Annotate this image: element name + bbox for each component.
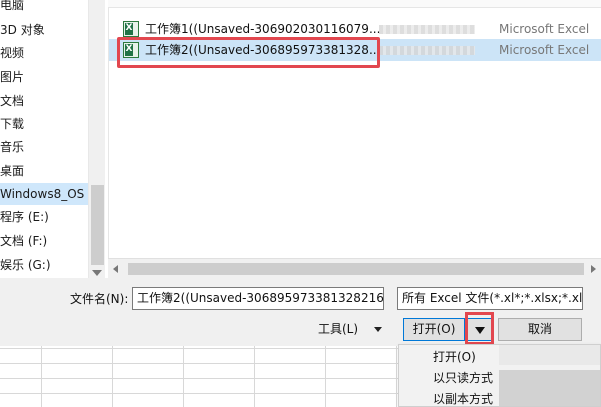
nav-scrollbar[interactable] [88,0,105,278]
menu-blur-overlay [499,370,600,406]
nav-item-documents[interactable]: 文档 [0,90,24,112]
nav-item-music[interactable]: 音乐 [0,136,24,158]
file-name: 工作簿1((Unsaved-306902030116079... [145,22,381,36]
tools-button[interactable]: 工具(L) [318,318,358,340]
open-dropdown-button[interactable] [467,318,492,341]
spreadsheet-grid-background [0,346,398,407]
filename-label: 文件名(N): [70,292,129,306]
nav-item-drive-g[interactable]: 娱乐 (G:) [0,254,51,276]
nav-scroll-thumb[interactable] [91,185,104,265]
menu-blur-overlay [499,345,600,365]
file-type: Microsoft Excel [499,22,590,36]
filename-input[interactable]: 工作簿2((Unsaved-306895973381328216) [132,287,384,310]
file-row[interactable]: 工作簿1((Unsaved-306902030116079... Microso… [109,18,601,40]
hscroll-thumb[interactable] [128,263,584,275]
excel-file-icon [123,21,139,37]
open-options-menu: 打开(O) 以只读方式 以副本方式 [398,344,601,407]
scroll-down-arrow-icon[interactable] [92,270,102,276]
menu-item-open[interactable]: 打开(O) [433,347,476,367]
open-button[interactable]: 打开(O) [403,318,465,341]
file-type-filter-select[interactable]: 所有 Excel 文件(*.xl*;*.xlsx;*.xl [397,287,583,310]
scroll-left-arrow-icon[interactable] [113,265,118,273]
menu-item-open-as-copy[interactable]: 以副本方式 [433,389,493,406]
nav-item-computer[interactable]: 电脑 [0,0,24,16]
excel-file-icon [123,42,139,58]
scroll-right-arrow-icon[interactable] [591,265,596,273]
nav-item-3d-objects[interactable]: 3D 对象 [0,19,45,41]
menu-item-open-read-only[interactable]: 以只读方式 [433,368,493,388]
caret-down-icon [475,327,485,334]
nav-item-drive-e[interactable]: 程序 (E:) [0,206,49,228]
nav-item-windows8-os[interactable]: Windows8_OS ( [0,183,93,205]
file-list-header [108,0,601,8]
file-date-blurred [379,46,475,55]
file-date-blurred [379,25,475,34]
file-name: 工作簿2((Unsaved-306895973381328... [145,43,381,57]
nav-item-videos[interactable]: 视频 [0,42,24,64]
nav-item-drive-f[interactable]: 文档 (F:) [0,230,47,252]
nav-item-pictures[interactable]: 图片 [0,66,24,88]
navigation-pane: 电脑 3D 对象 视频 图片 文档 下载 音乐 桌面 Windows8_OS (… [0,0,108,278]
file-list: 工作簿1((Unsaved-306902030116079... Microso… [108,8,601,258]
nav-item-desktop[interactable]: 桌面 [0,160,24,182]
nav-item-downloads[interactable]: 下载 [0,113,24,135]
cancel-button[interactable]: 取消 [498,318,582,341]
file-type: Microsoft Excel [499,43,590,57]
tools-dropdown-arrow-icon[interactable] [374,327,382,332]
file-list-hscrollbar[interactable] [108,258,601,278]
file-row-selected[interactable]: 工作簿2((Unsaved-306895973381328... Microso… [109,39,601,61]
